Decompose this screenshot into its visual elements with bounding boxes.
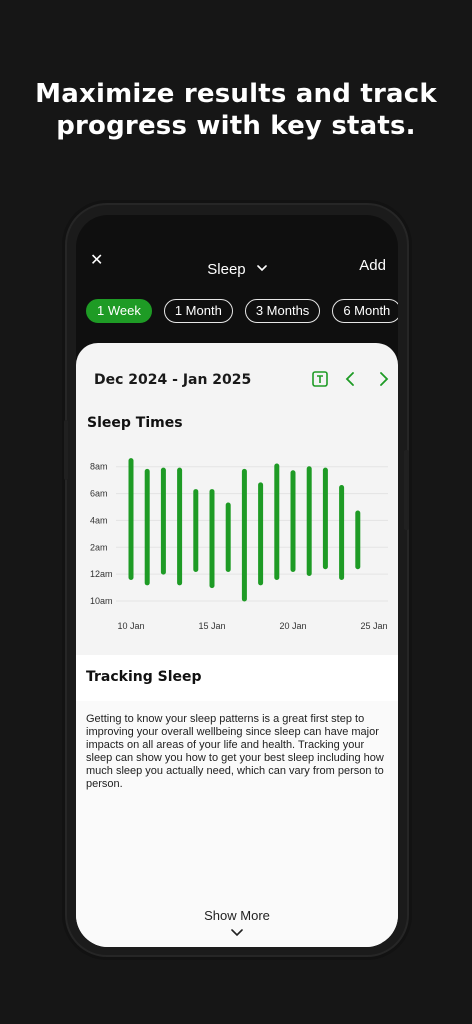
range-pill-3-months[interactable]: 3 Months — [244, 299, 321, 323]
phone-side-button — [404, 450, 409, 530]
range-selector: 1 Week 1 Month 3 Months 6 Month — [86, 299, 398, 323]
x-tick-label: 15 Jan — [198, 621, 225, 631]
phone-volume-button — [64, 420, 68, 480]
y-tick-label: 4am — [90, 515, 108, 525]
next-period-icon[interactable] — [378, 371, 390, 391]
tracking-sleep-title: Tracking Sleep — [86, 669, 202, 685]
tracking-description: Getting to know your sleep patterns is a… — [86, 713, 384, 790]
headline-line-1: Maximize results and track — [35, 79, 437, 109]
metric-selector[interactable]: Sleep — [76, 257, 398, 278]
y-tick-label: 12am — [90, 569, 113, 579]
show-more-label: Show More — [204, 908, 270, 923]
range-pill-6-months[interactable]: 6 Month — [332, 299, 398, 323]
chevron-down-icon — [76, 925, 398, 940]
x-tick-label: 25 Jan — [360, 621, 387, 631]
tracking-header: Tracking Sleep — [76, 655, 398, 701]
x-tick-label: 20 Jan — [279, 621, 306, 631]
top-bar: ✕ Sleep Add — [76, 215, 398, 295]
date-range: Dec 2024 - Jan 2025 — [94, 372, 252, 388]
x-tick-label: 10 Jan — [117, 621, 144, 631]
y-tick-label: 8am — [90, 462, 108, 472]
add-button[interactable]: Add — [359, 257, 386, 274]
range-pill-1-month[interactable]: 1 Month — [163, 299, 233, 323]
calendar-toggle-icon[interactable] — [312, 371, 328, 391]
y-tick-label: 2am — [90, 542, 108, 552]
previous-period-icon[interactable] — [344, 371, 356, 391]
show-more-button[interactable]: Show More — [76, 908, 398, 940]
chevron-down-icon — [256, 257, 267, 276]
stats-card: Dec 2024 - Jan 2025 Sleep Times 8am 6am 4a… — [76, 343, 398, 947]
app-screen: ✕ Sleep Add 1 Week 1 Month 3 Months 6 Month… — [76, 215, 398, 947]
promo-headline: Maximize results and track progress with… — [0, 78, 472, 142]
sleep-times-chart: 8am 6am 4am 2am 12am 10am 10 Jan 15 Jan 20 Jan 25… — [90, 458, 388, 631]
range-pill-1-week[interactable]: 1 Week — [86, 299, 152, 323]
headline-line-2: progress with key stats. — [56, 111, 416, 141]
metric-title: Sleep — [207, 261, 246, 278]
y-tick-label: 6am — [90, 489, 108, 499]
sleep-times-title: Sleep Times — [87, 415, 183, 431]
y-tick-label: 10am — [90, 596, 113, 606]
